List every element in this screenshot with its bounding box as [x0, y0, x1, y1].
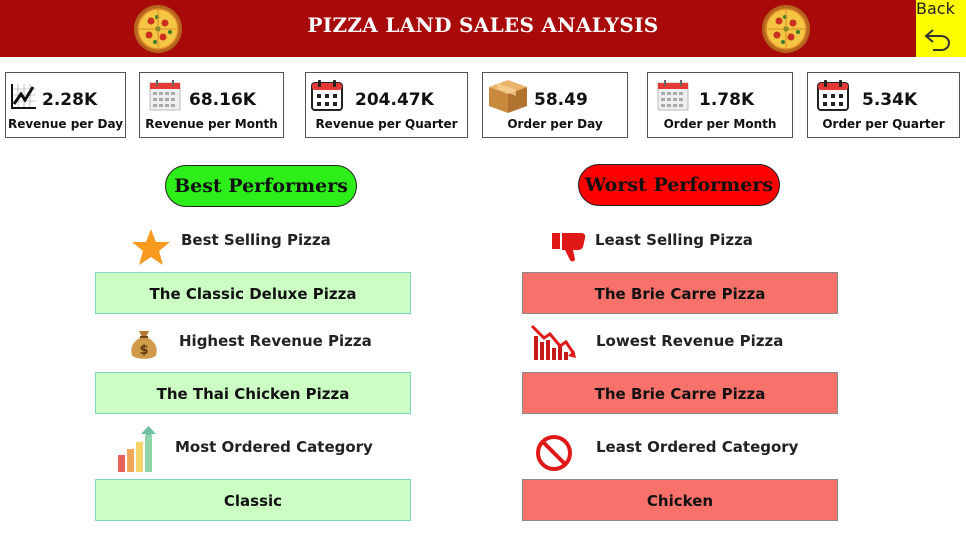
least-selling-pizza-value: The Brie Carre Pizza	[522, 272, 838, 314]
kpi-value: 1.78K	[699, 90, 755, 110]
kpi-card-revenue-per-month: 68.16K Revenue per Month	[139, 72, 284, 138]
star-icon	[132, 229, 170, 265]
kpi-card-revenue-per-day: 2.28K Revenue per Day	[5, 72, 126, 138]
kpi-card-revenue-per-quarter: 204.47K Revenue per Quarter	[305, 72, 468, 138]
kpi-value: 68.16K	[189, 90, 256, 110]
kpi-value: 5.34K	[862, 90, 918, 110]
prohibited-icon	[536, 435, 572, 471]
kpi-card-order-per-month: 1.78K Order per Month	[647, 72, 793, 138]
money-bag-icon: $	[131, 331, 157, 359]
highest-revenue-pizza-value: The Thai Chicken Pizza	[95, 372, 411, 414]
back-button[interactable]: Back	[916, 0, 966, 57]
most-ordered-category-value: Classic	[95, 479, 411, 521]
thumbs-down-icon	[552, 233, 586, 262]
box-icon	[489, 80, 527, 113]
decline-chart-icon	[530, 324, 576, 360]
highest-revenue-pizza-label: Highest Revenue Pizza	[179, 332, 372, 350]
calendar-quarter-icon	[817, 80, 849, 111]
worst-performers-title: Worst Performers	[578, 164, 780, 206]
kpi-value: 204.47K	[355, 90, 434, 110]
kpi-label: Revenue per Month	[145, 117, 278, 131]
kpi-label: Order per Quarter	[822, 117, 945, 131]
least-selling-pizza-label: Least Selling Pizza	[595, 231, 753, 249]
least-ordered-category-value: Chicken	[522, 479, 838, 521]
lowest-revenue-pizza-label: Lowest Revenue Pizza	[596, 332, 784, 350]
most-ordered-category-label: Most Ordered Category	[175, 438, 373, 456]
kpi-value: 2.28K	[42, 90, 98, 110]
line-chart-icon	[11, 84, 36, 109]
best-performers-title: Best Performers	[165, 165, 357, 207]
kpi-card-order-per-quarter: 5.34K Order per Quarter	[807, 72, 960, 138]
kpi-label: Revenue per Quarter	[315, 117, 458, 131]
calendar-quarter-icon	[311, 80, 343, 111]
best-selling-pizza-label: Best Selling Pizza	[181, 231, 331, 249]
kpi-value: 58.49	[534, 90, 588, 110]
back-label: Back	[916, 0, 955, 18]
calendar-month-icon	[149, 80, 181, 111]
least-ordered-category-label: Least Ordered Category	[596, 438, 799, 456]
lowest-revenue-pizza-value: The Brie Carre Pizza	[522, 372, 838, 414]
kpi-card-order-per-day: 58.49 Order per Day	[482, 72, 628, 138]
calendar-month-icon	[657, 80, 689, 111]
kpi-label: Order per Month	[663, 117, 777, 131]
best-selling-pizza-value: The Classic Deluxe Pizza	[95, 272, 411, 314]
bar-growth-icon	[118, 426, 156, 472]
pizza-icon	[762, 5, 810, 53]
kpi-label: Order per Day	[507, 117, 603, 131]
svg-text:$: $	[139, 343, 148, 358]
pizza-icon	[134, 5, 182, 53]
undo-arrow-icon	[924, 29, 950, 51]
kpi-label: Revenue per Day	[7, 117, 124, 131]
